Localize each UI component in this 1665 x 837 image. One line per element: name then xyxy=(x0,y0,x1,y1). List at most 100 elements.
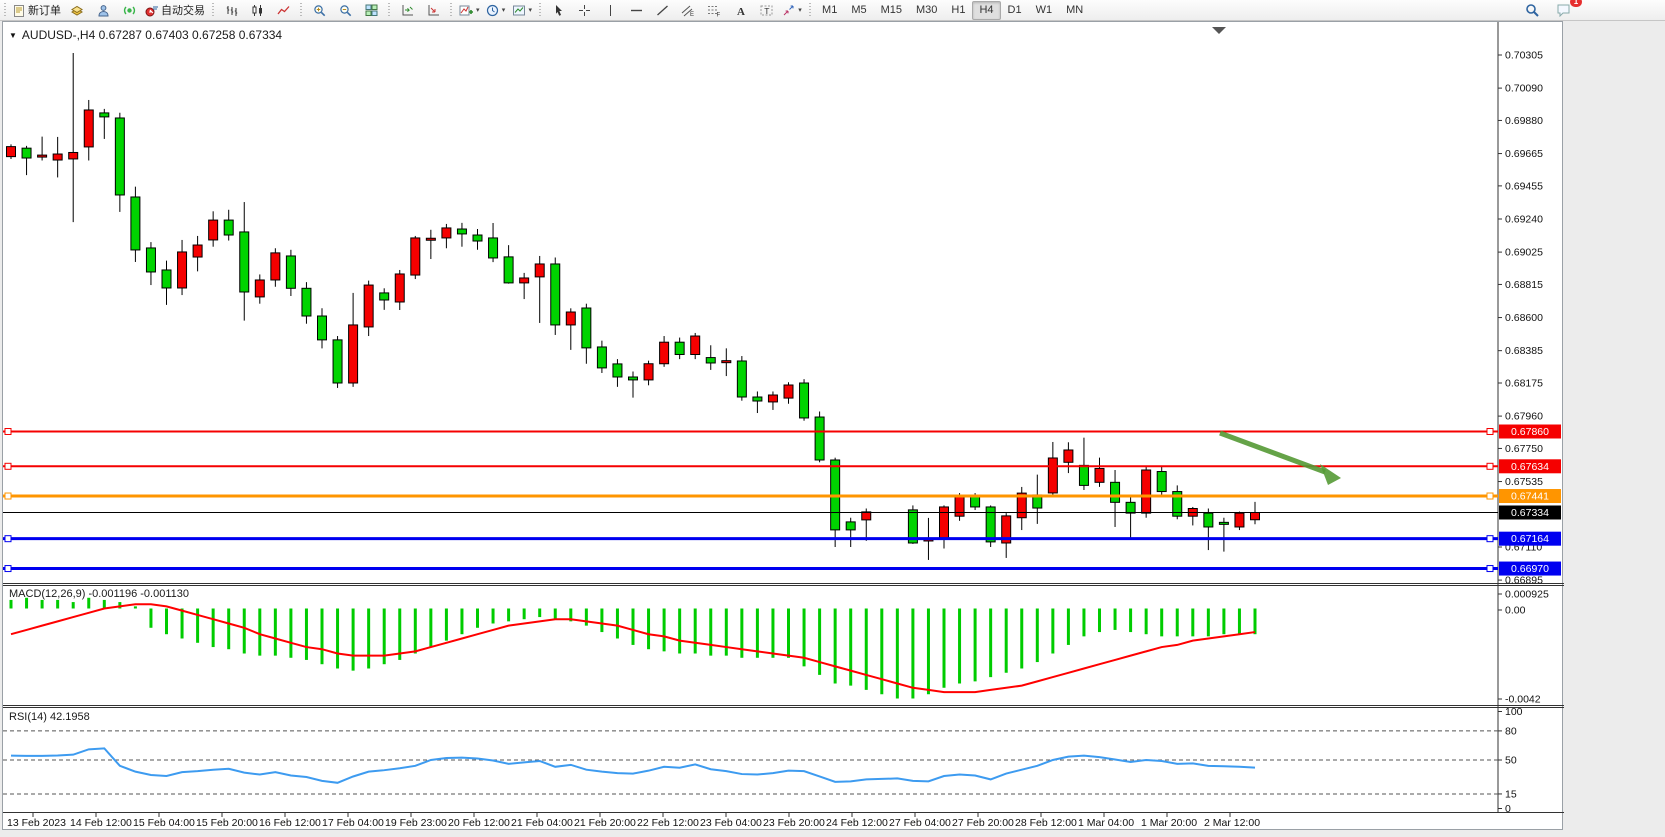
svg-text:22 Feb 12:00: 22 Feb 12:00 xyxy=(637,817,699,829)
auto-scroll-icon xyxy=(401,4,414,17)
price-badge: 0.67634 xyxy=(1499,459,1561,473)
svg-text:27 Feb 20:00: 27 Feb 20:00 xyxy=(952,817,1014,829)
market-watch-button[interactable] xyxy=(64,0,90,20)
svg-text:0.66970: 0.66970 xyxy=(1511,563,1549,575)
bar-chart-mode-button[interactable] xyxy=(218,0,244,20)
tile-windows-button[interactable] xyxy=(358,0,384,20)
fibonacci-tool-button[interactable]: F xyxy=(701,0,727,20)
svg-text:24 Feb 12:00: 24 Feb 12:00 xyxy=(826,817,888,829)
support-1-handle[interactable] xyxy=(5,536,11,542)
timeframe-m30-button[interactable]: M30 xyxy=(909,1,944,20)
symbol-dropdown-icon[interactable]: ▼ xyxy=(9,31,17,40)
support-1-handle[interactable] xyxy=(1487,536,1493,542)
svg-text:13 Feb 2023: 13 Feb 2023 xyxy=(7,817,66,829)
equidistant-channel-tool-button[interactable]: E xyxy=(675,0,701,20)
trendline-tool-button[interactable] xyxy=(649,0,675,20)
periods-dropdown-icon[interactable]: ▾ xyxy=(502,6,506,14)
arrows-tool-button[interactable]: ▾ xyxy=(779,0,805,20)
svg-text:0.70090: 0.70090 xyxy=(1505,83,1543,95)
svg-text:0.70305: 0.70305 xyxy=(1505,50,1543,62)
resistance-2-handle[interactable] xyxy=(5,463,11,469)
toolbar-grip xyxy=(211,3,216,17)
candlestick-mode-button[interactable] xyxy=(244,0,270,20)
timeframe-h1-button[interactable]: H1 xyxy=(944,1,972,20)
signals-icon xyxy=(123,4,136,17)
zoom-in-button[interactable] xyxy=(306,0,332,20)
zoom-out-button[interactable] xyxy=(332,0,358,20)
svg-text:50: 50 xyxy=(1505,755,1517,767)
periods-icon xyxy=(486,4,499,17)
vertical-line-tool-button[interactable] xyxy=(597,0,623,20)
svg-text:T: T xyxy=(764,6,769,16)
timeframe-h4-button[interactable]: H4 xyxy=(972,1,1000,20)
line-chart-mode-icon xyxy=(277,4,290,17)
timeframe-d1-button[interactable]: D1 xyxy=(1001,1,1029,20)
cursor-tool-button[interactable] xyxy=(545,0,571,20)
crosshair-tool-button[interactable] xyxy=(571,0,597,20)
vertical-line-tool-icon xyxy=(604,4,617,17)
pivot-line-handle[interactable] xyxy=(1487,493,1493,499)
pivot-line-handle[interactable] xyxy=(5,493,11,499)
navigator-button[interactable] xyxy=(90,0,116,20)
templates-button[interactable]: ▾ xyxy=(509,0,536,20)
macd-pane: 0.0009250.00-0.0042 xyxy=(11,589,1549,706)
horizontal-line-tool-button[interactable] xyxy=(623,0,649,20)
templates-dropdown-icon[interactable]: ▾ xyxy=(529,6,533,14)
rsi-indicator-label: RSI(14) 42.1958 xyxy=(9,711,90,723)
svg-text:100: 100 xyxy=(1505,706,1523,718)
price-badge: 0.67441 xyxy=(1499,489,1561,503)
arrows-tool-dropdown-icon[interactable]: ▾ xyxy=(798,6,802,14)
indicators-dropdown-icon[interactable]: ▾ xyxy=(476,6,480,14)
text-label-tool-icon: T xyxy=(760,4,773,17)
text-label-tool-button[interactable]: T xyxy=(753,0,779,20)
line-chart-mode-button[interactable] xyxy=(270,0,296,20)
chart-window[interactable]: 0.703050.700900.698800.696650.694550.692… xyxy=(2,21,1563,830)
timeframe-w1-button[interactable]: W1 xyxy=(1029,1,1060,20)
svg-text:23 Feb 04:00: 23 Feb 04:00 xyxy=(700,817,762,829)
search-button[interactable] xyxy=(1519,0,1545,20)
new-order-label: 新订单 xyxy=(28,2,61,18)
periods-button[interactable]: ▾ xyxy=(483,0,509,20)
auto-scroll-button[interactable] xyxy=(394,0,420,20)
support-2-handle[interactable] xyxy=(1487,566,1493,572)
svg-text:15: 15 xyxy=(1505,788,1517,800)
timeframe-m15-button[interactable]: M15 xyxy=(874,1,909,20)
text-tool-button[interactable]: A xyxy=(727,0,753,20)
resistance-1-handle[interactable] xyxy=(1487,429,1493,435)
svg-text:0.69025: 0.69025 xyxy=(1505,247,1543,259)
svg-text:0.68815: 0.68815 xyxy=(1505,279,1543,291)
autotrading-button[interactable]: 自动交易 xyxy=(142,0,208,20)
timeframe-mn-button[interactable]: MN xyxy=(1059,1,1090,20)
arrows-tool-icon xyxy=(782,4,795,17)
horizontal-line-tool-icon xyxy=(630,4,643,17)
resistance-1-handle[interactable] xyxy=(5,429,11,435)
window-bottom-edge xyxy=(0,830,1665,837)
support-2-handle[interactable] xyxy=(5,566,11,572)
horizontal-lines xyxy=(3,429,1498,572)
signals-button[interactable] xyxy=(116,0,142,20)
resistance-2-handle[interactable] xyxy=(1487,463,1493,469)
chart-shift-button[interactable] xyxy=(420,0,446,20)
time-axis: 13 Feb 202314 Feb 12:0015 Feb 04:0015 Fe… xyxy=(7,813,1260,830)
svg-text:21 Feb 20:00: 21 Feb 20:00 xyxy=(574,817,636,829)
toolbar-grip xyxy=(449,3,454,17)
svg-text:0.68600: 0.68600 xyxy=(1505,312,1543,324)
svg-text:F: F xyxy=(717,12,721,17)
svg-text:0.69240: 0.69240 xyxy=(1505,213,1543,225)
indicators-button[interactable]: ▾ xyxy=(456,0,483,20)
svg-text:0.68175: 0.68175 xyxy=(1505,377,1543,389)
svg-text:0.69455: 0.69455 xyxy=(1505,180,1543,192)
svg-text:19 Feb 23:00: 19 Feb 23:00 xyxy=(385,817,447,829)
svg-text:20 Feb 12:00: 20 Feb 12:00 xyxy=(448,817,510,829)
candlestick-series[interactable] xyxy=(7,53,1260,560)
zoom-in-icon xyxy=(313,4,326,17)
chart-shift-marker[interactable] xyxy=(1212,27,1226,34)
timeframe-m5-button[interactable]: M5 xyxy=(844,1,873,20)
chat-button[interactable]: 1 xyxy=(1551,0,1577,20)
trend-arrow-annotation[interactable] xyxy=(1220,433,1341,485)
svg-text:0.67164: 0.67164 xyxy=(1511,533,1549,545)
timeframe-m1-button[interactable]: M1 xyxy=(815,1,844,20)
new-order-button[interactable]: 新订单 xyxy=(10,0,64,20)
trendline-tool-icon xyxy=(656,4,669,17)
chart-canvas[interactable]: 0.703050.700900.698800.696650.694550.692… xyxy=(3,22,1564,829)
